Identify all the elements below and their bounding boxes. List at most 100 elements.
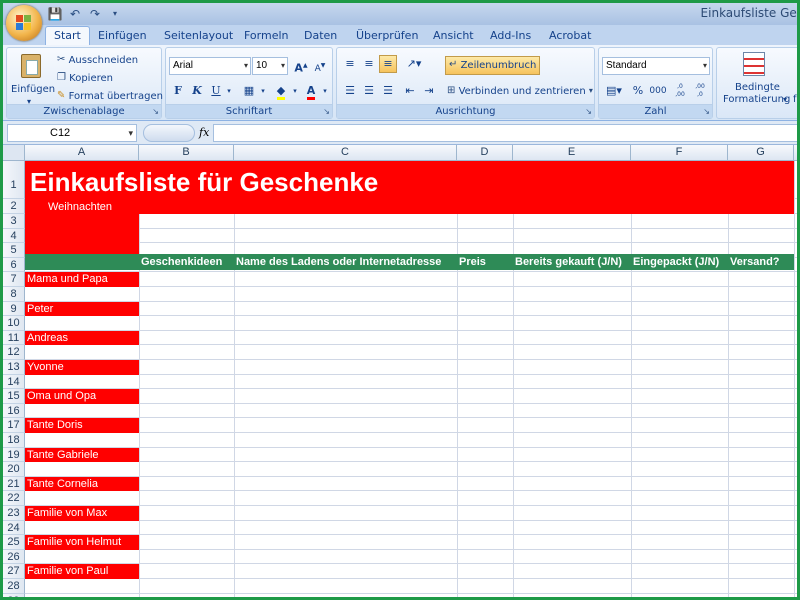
row-header[interactable]: 17: [3, 418, 25, 433]
increase-indent-button[interactable]: ⇥: [420, 82, 438, 100]
row-header[interactable]: 11: [3, 330, 25, 346]
recipient-cell[interactable]: Peter: [25, 301, 139, 317]
row-header[interactable]: 19: [3, 447, 25, 463]
tab-ansicht[interactable]: Ansicht: [433, 27, 474, 45]
row-header[interactable]: 24: [3, 520, 25, 536]
recipient-cell[interactable]: Yvonne: [25, 360, 139, 375]
spreadsheet-grid[interactable]: A B C D E F G 1 2 3 4 5 6 7 8 9 10 11 12 13 14 15 16 17 1…: [3, 145, 797, 597]
recipient-cell[interactable]: Tante Cornelia: [25, 476, 139, 492]
recipient-cell[interactable]: Tante Doris: [25, 418, 139, 433]
row-header[interactable]: 27: [3, 564, 25, 579]
tab-einfuegen[interactable]: Einfügen: [98, 27, 147, 45]
undo-icon[interactable]: ↶: [67, 6, 83, 22]
borders-dropdown-icon[interactable]: ▾: [258, 82, 268, 100]
column-header-b[interactable]: B: [139, 145, 234, 161]
decrease-indent-button[interactable]: ⇤: [401, 82, 419, 100]
header-cell-store[interactable]: Name des Ladens oder Internetadresse: [234, 255, 457, 270]
thousands-button[interactable]: 000: [647, 82, 669, 100]
insert-function-button[interactable]: fx: [199, 126, 209, 139]
font-size-select[interactable]: 10 ▾: [252, 57, 288, 75]
recipient-cell[interactable]: Mama und Papa: [25, 272, 139, 287]
row-header[interactable]: 25: [3, 535, 25, 550]
row-header[interactable]: 20: [3, 462, 25, 477]
grow-font-button[interactable]: A▲: [292, 57, 310, 75]
align-left-button[interactable]: ☰: [341, 82, 359, 100]
column-header-c[interactable]: C: [234, 145, 457, 161]
fill-dropdown-icon[interactable]: ▾: [290, 82, 300, 100]
row-header[interactable]: 1: [3, 161, 25, 199]
row-header[interactable]: 6: [3, 257, 25, 273]
alignment-launcher-icon[interactable]: ↘: [585, 107, 592, 116]
underline-button[interactable]: U: [207, 82, 225, 100]
row-header[interactable]: 2: [3, 199, 25, 214]
row-header[interactable]: 29: [3, 593, 25, 597]
row-header[interactable]: 23: [3, 506, 25, 521]
conditional-formatting-button[interactable]: Bedingte Formatierung ▾: [719, 50, 790, 106]
row-header[interactable]: 12: [3, 345, 25, 360]
row-header[interactable]: 8: [3, 287, 25, 302]
column-header-h[interactable]: [794, 145, 797, 161]
header-cell-price[interactable]: Preis: [457, 255, 513, 270]
header-cell-wrapped[interactable]: Eingepackt (J/N): [631, 255, 728, 270]
font-launcher-icon[interactable]: ↘: [323, 107, 330, 116]
row-header[interactable]: 13: [3, 360, 25, 375]
recipient-cell[interactable]: Andreas: [25, 330, 139, 346]
redo-icon[interactable]: ↷: [87, 6, 103, 22]
header-cell-shipping[interactable]: Versand?: [728, 255, 794, 270]
row-header[interactable]: 16: [3, 403, 25, 419]
italic-button[interactable]: K: [188, 82, 206, 100]
align-bottom-button[interactable]: ≡: [379, 55, 397, 73]
header-cell-bought[interactable]: Bereits gekauft (J/N): [513, 255, 631, 270]
row-header[interactable]: 9: [3, 301, 25, 317]
align-right-button[interactable]: ☰: [379, 82, 397, 100]
save-icon[interactable]: 💾: [47, 6, 63, 22]
select-all-corner[interactable]: [3, 145, 25, 161]
recipient-cell[interactable]: Familie von Paul: [25, 564, 139, 579]
column-header-d[interactable]: D: [457, 145, 513, 161]
row-header[interactable]: 10: [3, 316, 25, 331]
tab-acrobat[interactable]: Acrobat: [549, 27, 591, 45]
tab-ueberpruefen[interactable]: Überprüfen: [356, 27, 418, 45]
row-header[interactable]: 18: [3, 433, 25, 448]
shrink-font-button[interactable]: A▼: [311, 57, 329, 75]
header-cell-gift-ideas[interactable]: Geschenkideen: [139, 255, 234, 270]
font-color-dropdown-icon[interactable]: ▾: [320, 82, 330, 100]
font-name-select[interactable]: Arial ▾: [169, 57, 251, 75]
name-box[interactable]: C12 ▾: [7, 124, 137, 142]
recipient-cell[interactable]: Tante Gabriele: [25, 447, 139, 463]
row-header[interactable]: 21: [3, 476, 25, 492]
tab-seitenlayout[interactable]: Seitenlayout: [164, 27, 233, 45]
wrap-text-button[interactable]: ↵ Zeilenumbruch: [445, 56, 541, 75]
tab-addins[interactable]: Add-Ins: [490, 27, 531, 45]
paste-button[interactable]: Einfügen ▾: [11, 50, 55, 106]
row-header[interactable]: 7: [3, 272, 25, 287]
row-header[interactable]: 3: [3, 214, 25, 229]
row-header[interactable]: 14: [3, 374, 25, 390]
fill-color-button[interactable]: ◆: [272, 82, 290, 100]
column-header-g[interactable]: G: [728, 145, 794, 161]
align-top-button[interactable]: ≡: [341, 55, 359, 73]
tab-start[interactable]: Start: [45, 26, 90, 46]
orientation-button[interactable]: ↗▾: [401, 55, 427, 73]
row-header[interactable]: 15: [3, 389, 25, 404]
align-center-button[interactable]: ☰: [360, 82, 378, 100]
number-launcher-icon[interactable]: ↘: [703, 107, 710, 116]
column-header-e[interactable]: E: [513, 145, 631, 161]
font-color-button[interactable]: A: [302, 82, 320, 100]
underline-dropdown-icon[interactable]: ▾: [224, 82, 234, 100]
align-middle-button[interactable]: ≡: [360, 55, 378, 73]
percent-button[interactable]: %: [629, 82, 647, 100]
decrease-decimal-button[interactable]: ,00 ,0: [691, 82, 709, 100]
office-button[interactable]: [6, 5, 42, 41]
format-painter-button[interactable]: ✎ Format übertragen: [57, 88, 163, 105]
bold-button[interactable]: F: [169, 82, 187, 100]
row-header[interactable]: 4: [3, 228, 25, 244]
column-header-f[interactable]: F: [631, 145, 728, 161]
clipboard-launcher-icon[interactable]: ↘: [152, 107, 159, 116]
number-format-select[interactable]: Standard ▾: [602, 57, 710, 75]
row-header[interactable]: 22: [3, 491, 25, 506]
row-header[interactable]: 26: [3, 549, 25, 565]
increase-decimal-button[interactable]: ,0 ,00: [671, 82, 689, 100]
column-header-a[interactable]: A: [25, 145, 139, 161]
qat-customize-icon[interactable]: ▾: [107, 6, 123, 22]
